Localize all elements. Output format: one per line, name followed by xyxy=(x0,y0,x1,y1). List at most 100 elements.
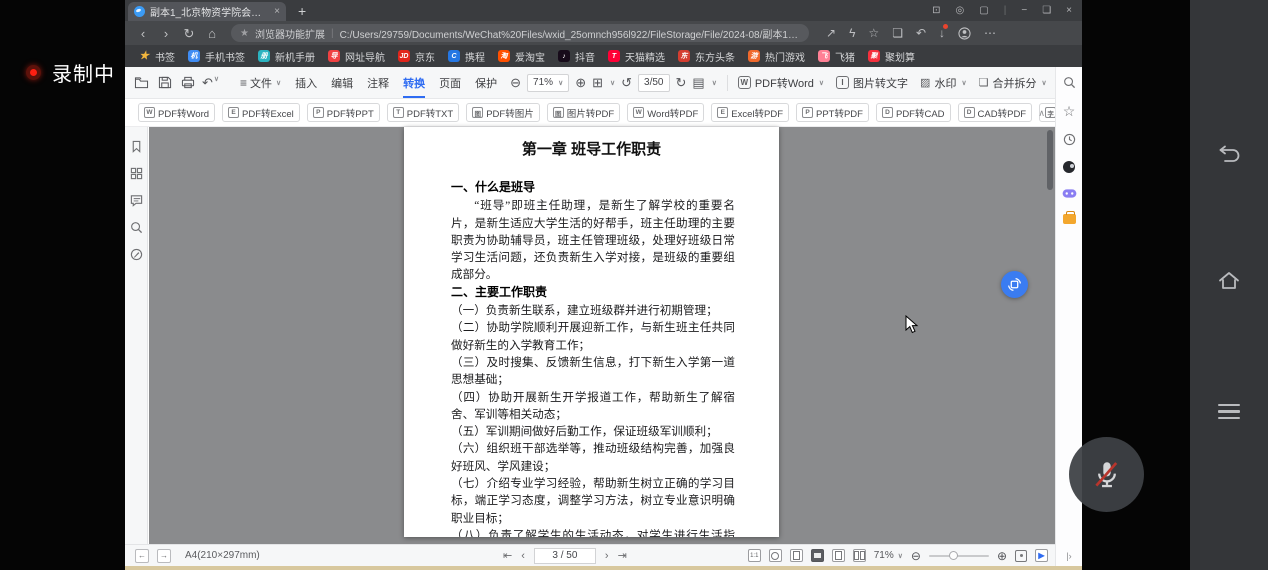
document-viewport[interactable]: 第一章 班导工作职责 一、什么是班导 “班导”即班主任助理，是新生了解学校的重要… xyxy=(149,127,1055,544)
bookmark-panel-icon[interactable] xyxy=(130,140,143,153)
capture-icon[interactable]: ⊡ xyxy=(932,5,940,16)
next-page-icon[interactable]: ↻ xyxy=(676,75,687,91)
two-page-icon[interactable] xyxy=(853,549,866,562)
status-zoom-out-icon[interactable]: ⊖ xyxy=(911,549,921,563)
convert-button[interactable]: P PDF转PPT xyxy=(307,103,380,122)
save-icon[interactable] xyxy=(156,76,173,89)
bookmark-item[interactable]: 飞 飞猪 xyxy=(818,49,855,64)
bookmark-item[interactable]: 导 网址导航 xyxy=(328,49,385,64)
tool-button[interactable]: I 图片转文字 xyxy=(836,75,908,91)
menu-item[interactable]: 页面 xyxy=(432,67,468,98)
zoom-slider-knob[interactable] xyxy=(949,551,958,560)
minimize-button[interactable]: − xyxy=(1021,5,1027,16)
convert-button[interactable]: D PDF转CAD xyxy=(876,103,951,122)
menu-item[interactable]: 注释 xyxy=(360,67,396,98)
first-page-icon[interactable]: ⇤ xyxy=(503,549,512,562)
favorite-star-icon[interactable]: ☆ xyxy=(868,26,879,40)
convert-button[interactable]: 图 PDF转图片 xyxy=(466,103,540,122)
convert-button[interactable]: E Excel转PDF xyxy=(711,103,789,122)
side-search-icon[interactable] xyxy=(1063,76,1076,89)
convert-button[interactable]: D CAD转PDF xyxy=(958,103,1033,122)
home-button[interactable]: ⌂ xyxy=(204,27,220,40)
browser-tab[interactable]: 副本1_北京物资学院会计学院班导工作手册 × xyxy=(128,2,286,21)
search-panel-icon[interactable] xyxy=(130,221,143,234)
bookmark-item[interactable]: ★ 书签 xyxy=(138,49,175,64)
zoom-in-icon[interactable]: ⊕ xyxy=(575,75,586,91)
page-number-input[interactable] xyxy=(534,548,596,564)
mic-muted-button[interactable] xyxy=(1069,437,1144,512)
bag-icon[interactable]: ▢ xyxy=(979,5,988,16)
status-zoom-in-icon[interactable]: ⊕ xyxy=(997,549,1007,563)
bookmark-item[interactable]: 册 新机手册 xyxy=(258,49,315,64)
bookmark-item[interactable]: C 携程 xyxy=(448,49,485,64)
forward-button[interactable]: › xyxy=(158,27,174,40)
reader-page-icon[interactable]: ❏ xyxy=(892,26,903,40)
undo-icon[interactable]: ↶∨ xyxy=(202,75,219,91)
phone-menu-icon[interactable] xyxy=(1218,400,1240,423)
tool-button[interactable]: W PDF转Word ∨ xyxy=(738,75,824,91)
menu-item[interactable]: 插入 xyxy=(288,67,324,98)
collapse-bar-icon[interactable]: ∧ xyxy=(1038,108,1045,119)
floating-convert-button[interactable] xyxy=(1001,271,1028,298)
view-mode-icon[interactable]: ▤ xyxy=(692,75,704,91)
bookmark-item[interactable]: 淘 爱淘宝 xyxy=(498,49,545,64)
bookmark-item[interactable]: JD 京东 xyxy=(398,49,435,64)
convert-button[interactable]: T PDF转TXT xyxy=(387,103,459,122)
zoom-select[interactable]: 71% ∨ xyxy=(527,74,569,92)
previous-page-icon[interactable]: ↺ xyxy=(621,75,632,91)
share-icon[interactable]: ↗ xyxy=(826,26,836,40)
status-prev-page-icon[interactable]: ← xyxy=(135,549,149,563)
headset-icon[interactable]: ◎ xyxy=(956,5,965,16)
fit-window-icon[interactable] xyxy=(769,549,782,562)
slideshow-button[interactable]: ▶ xyxy=(1035,549,1048,562)
bookmark-item[interactable]: T 天猫精选 xyxy=(608,49,665,64)
tool-button[interactable]: ❏ 合并拆分 ∨ xyxy=(979,75,1047,91)
phone-back-icon[interactable] xyxy=(1216,145,1242,162)
menu-item[interactable]: 保护 xyxy=(468,67,504,98)
side-toolbox-icon[interactable] xyxy=(1063,214,1076,224)
actual-size-icon[interactable]: 1:1 xyxy=(748,549,761,562)
download-icon[interactable]: ↓ xyxy=(939,26,945,40)
next-page-icon[interactable]: › xyxy=(605,550,609,562)
comments-panel-icon[interactable] xyxy=(130,194,143,207)
fit-page-icon[interactable]: ⊞ xyxy=(592,75,603,91)
single-page-icon[interactable] xyxy=(832,549,845,562)
bookmark-item[interactable]: 机 手机书签 xyxy=(188,49,245,64)
tab-close-icon[interactable]: × xyxy=(274,6,280,17)
read-mode-icon[interactable] xyxy=(811,549,824,562)
close-button[interactable]: × xyxy=(1066,5,1072,16)
side-favorites-icon[interactable]: ☆ xyxy=(1063,104,1076,118)
bookmark-item[interactable]: 东 东方头条 xyxy=(678,49,735,64)
lightning-icon[interactable]: ϟ xyxy=(849,26,855,40)
page-number-box[interactable]: 3/50 xyxy=(638,74,669,92)
menu-item[interactable]: 编辑 xyxy=(324,67,360,98)
vertical-scrollbar-thumb[interactable] xyxy=(1047,130,1053,190)
prev-page-icon[interactable]: ‹ xyxy=(521,550,525,562)
thumbnails-panel-icon[interactable] xyxy=(130,167,143,180)
fullscreen-icon[interactable] xyxy=(1015,550,1027,562)
fit-width-icon[interactable] xyxy=(790,549,803,562)
open-file-icon[interactable] xyxy=(133,76,150,89)
sidebar-expander-icon[interactable]: |› xyxy=(1066,551,1071,561)
zoom-slider[interactable] xyxy=(929,555,989,557)
last-page-icon[interactable]: ⇥ xyxy=(618,549,627,562)
menu-item[interactable]: ≡ 文件 ∨ xyxy=(233,67,288,98)
tool-button[interactable]: ▨ 水印 ∨ xyxy=(920,75,967,91)
history-undo-icon[interactable]: ↶ xyxy=(916,26,926,40)
convert-button[interactable]: P PPT转PDF xyxy=(796,103,869,122)
address-field[interactable]: ★ 浏览器功能扩展 | C:/Users/29759/Documents/WeC… xyxy=(231,24,809,42)
back-button[interactable]: ‹ xyxy=(135,27,151,40)
convert-button[interactable]: 图 图片转PDF xyxy=(547,103,621,122)
side-games-icon[interactable] xyxy=(1062,188,1077,199)
print-icon[interactable] xyxy=(179,76,196,89)
side-history-icon[interactable] xyxy=(1063,133,1076,146)
convert-button[interactable]: E PDF转Excel xyxy=(222,103,300,122)
bookmark-item[interactable]: 聚 聚划算 xyxy=(868,49,915,64)
zoom-percent-select[interactable]: 71%∨ xyxy=(874,550,903,561)
status-next-page-icon[interactable]: → xyxy=(157,549,171,563)
avatar-icon[interactable] xyxy=(958,27,971,40)
bookmark-item[interactable]: 游 热门游戏 xyxy=(748,49,805,64)
more-menu-icon[interactable]: ⋯ xyxy=(984,26,996,40)
convert-button[interactable]: W Word转PDF xyxy=(627,103,704,122)
new-tab-button[interactable]: + xyxy=(298,4,306,18)
